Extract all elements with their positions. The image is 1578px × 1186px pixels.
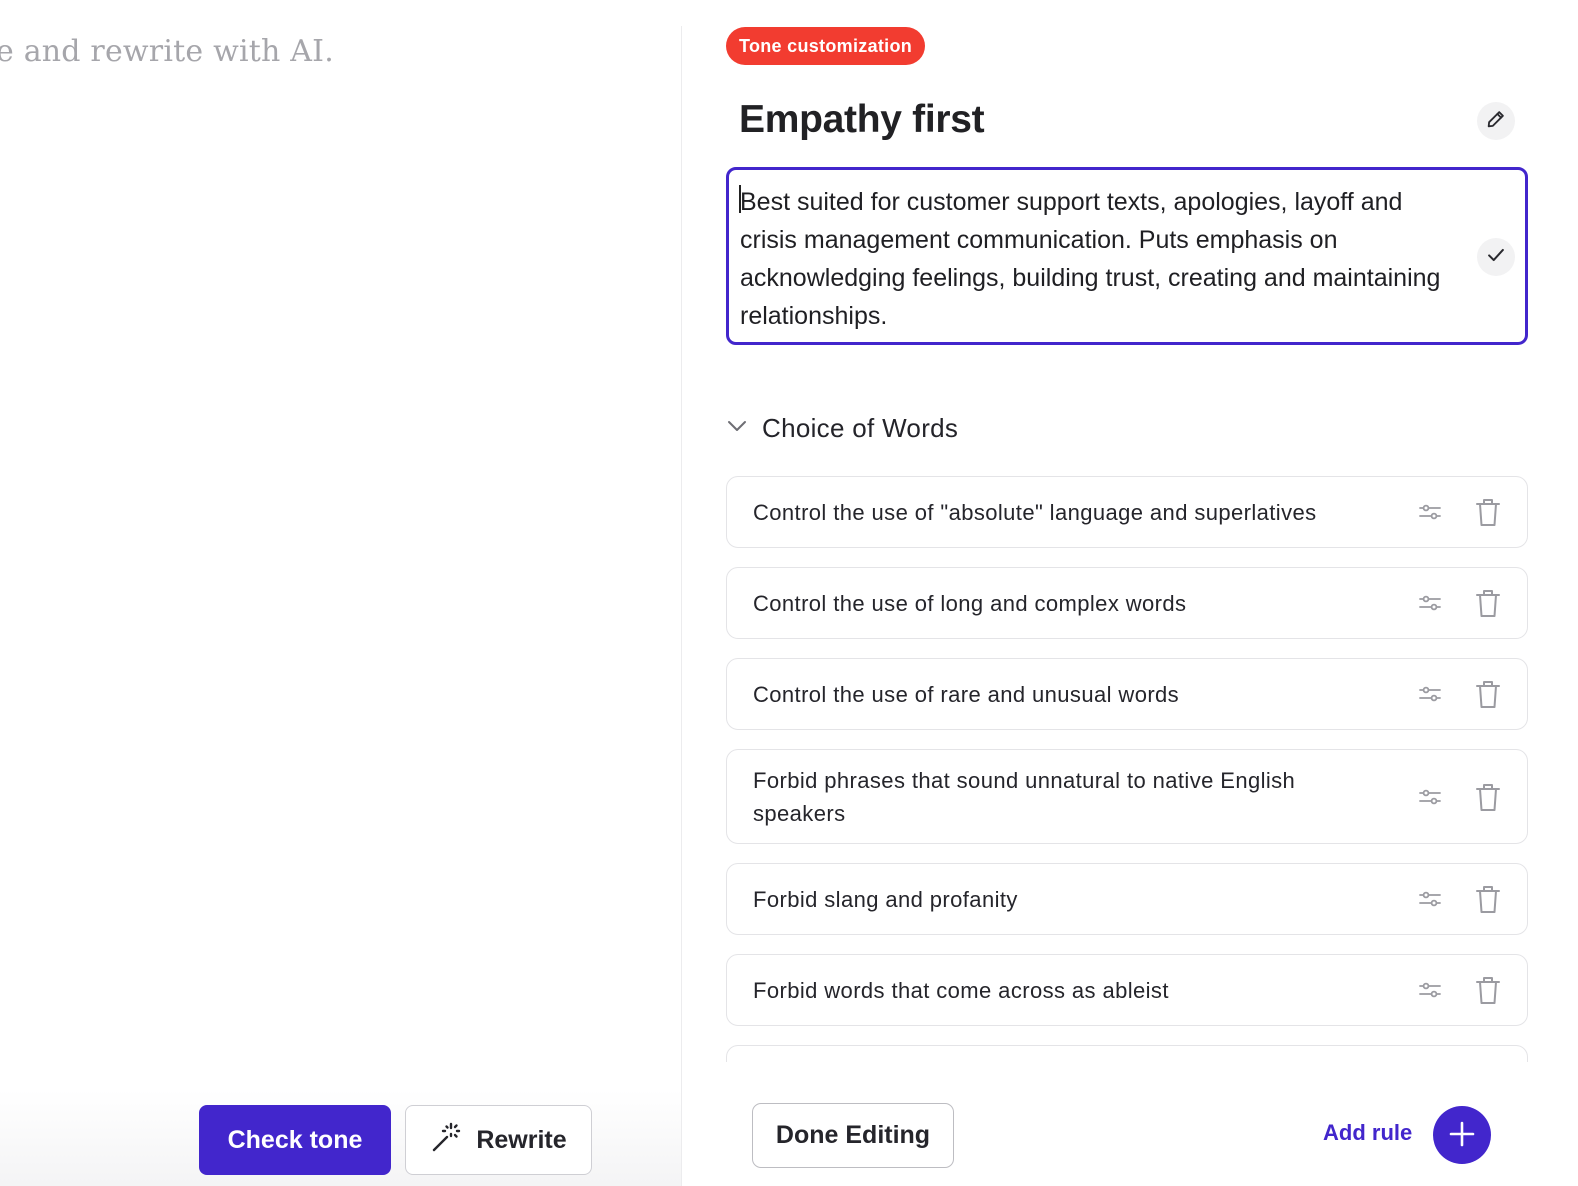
sliders-icon[interactable]: [1419, 685, 1441, 703]
confirm-description-button[interactable]: [1477, 238, 1515, 276]
rule-item-partially-visible: [726, 1045, 1528, 1062]
rule-item: Forbid slang and profanity: [726, 863, 1528, 935]
pencil-icon: [1485, 108, 1507, 135]
rewrite-button[interactable]: Rewrite: [405, 1105, 592, 1175]
sliders-icon[interactable]: [1419, 503, 1441, 521]
sliders-icon[interactable]: [1419, 981, 1441, 999]
trash-icon[interactable]: [1475, 884, 1501, 914]
rule-text: Control the use of long and complex word…: [753, 590, 1187, 616]
rule-text: Forbid phrases that sound unnatural to n…: [753, 767, 1296, 826]
chevron-down-icon: [726, 415, 748, 442]
section-title: Choice of Words: [762, 412, 959, 443]
rule-item: Forbid words that come across as ableist: [726, 954, 1528, 1026]
rule-item: Control the use of long and complex word…: [726, 567, 1528, 639]
check-tone-button[interactable]: Check tone: [199, 1105, 391, 1175]
sliders-icon[interactable]: [1419, 594, 1441, 612]
trash-icon[interactable]: [1475, 782, 1501, 812]
edit-title-button[interactable]: [1477, 102, 1515, 140]
editor-placeholder: e and rewrite with AI.: [0, 34, 334, 69]
done-editing-button[interactable]: Done Editing: [752, 1103, 954, 1168]
rule-text: Control the use of "absolute" language a…: [753, 499, 1317, 525]
rule-item: Forbid phrases that sound unnatural to n…: [726, 749, 1528, 844]
tone-description-input[interactable]: Best suited for customer support texts, …: [726, 167, 1528, 345]
text-caret: [739, 185, 741, 213]
rule-item: Control the use of rare and unusual word…: [726, 658, 1528, 730]
magic-wand-icon: [430, 1121, 462, 1160]
rule-text: Control the use of rare and unusual word…: [753, 681, 1180, 707]
sliders-icon[interactable]: [1419, 890, 1441, 908]
sliders-icon[interactable]: [1419, 788, 1441, 806]
trash-icon[interactable]: [1475, 679, 1501, 709]
choice-of-words-section-toggle[interactable]: Choice of Words: [726, 410, 958, 446]
trash-icon[interactable]: [1475, 975, 1501, 1005]
trash-icon[interactable]: [1475, 588, 1501, 618]
rules-list[interactable]: Control the use of "absolute" language a…: [726, 476, 1528, 1062]
checkmark-icon: [1485, 244, 1507, 271]
rule-text: Forbid slang and profanity: [753, 886, 1018, 912]
editor-pane[interactable]: e and rewrite with AI.: [0, 0, 681, 1186]
rewrite-label: Rewrite: [476, 1125, 567, 1154]
app-root: e and rewrite with AI. Check tone Rewrit…: [0, 0, 1578, 1186]
add-rule-link[interactable]: Add rule: [1323, 1120, 1412, 1146]
rule-text: Forbid words that come across as ableist: [753, 977, 1169, 1003]
trash-icon[interactable]: [1475, 497, 1501, 527]
rule-item: Control the use of "absolute" language a…: [726, 476, 1528, 548]
tone-title: Empathy first: [739, 98, 985, 141]
plus-icon: [1448, 1120, 1476, 1151]
add-rule-button[interactable]: [1433, 1106, 1491, 1164]
tone-customization-badge: Tone customization: [726, 27, 926, 65]
